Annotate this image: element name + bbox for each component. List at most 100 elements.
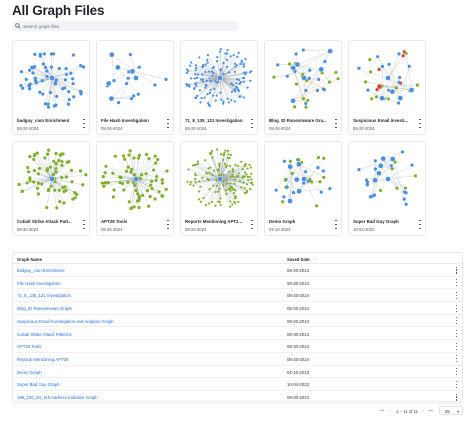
graph-preview-icon — [13, 142, 89, 216]
table-row[interactable]: 71_8_135_131 Investigation 08-20-2024 — [13, 289, 462, 303]
graph-name-link[interactable]: APT28 Tools — [17, 344, 41, 349]
more-options-icon[interactable] — [455, 368, 458, 376]
sort-arrow-icon[interactable]: ↓ — [314, 256, 316, 261]
more-options-icon[interactable] — [418, 119, 422, 128]
more-options-icon[interactable] — [250, 119, 254, 128]
graph-card[interactable]: File Hash Investigation 08-20-2024 — [96, 40, 174, 135]
graph-card[interactable]: 71_8_135_131 Investigation 08-20-2024 — [180, 40, 258, 135]
table-row[interactable]: Cobalt Strike Attack Patterns 08-30-2024 — [13, 328, 462, 341]
graph-name-link[interactable]: Super Bad Guy Graph — [17, 382, 60, 387]
more-options-icon[interactable] — [334, 220, 338, 229]
graph-thumbnail[interactable] — [97, 41, 173, 115]
card-date: 02-10-2023 — [269, 227, 291, 232]
card-title[interactable]: Cobalt Strike Attack Patt... — [17, 219, 79, 224]
page-title: All Graph Files — [12, 3, 105, 18]
graph-card[interactable]: Cobalt Strike Attack Patt... 08-30-2024 — [12, 141, 90, 236]
card-date: 10-04-2022 — [353, 227, 375, 232]
saved-date: 08-20-2024 — [287, 306, 309, 312]
graph-card[interactable]: Reports Mentioning APT2... 08-20-2024 — [180, 141, 258, 236]
search-input[interactable] — [23, 21, 223, 31]
card-title[interactable]: File Hash Investigation — [101, 118, 163, 123]
table-row[interactable]: 185_220_93_115 Address Indicator Graph 08… — [13, 391, 462, 404]
table-row[interactable]: badguy_com Enrichment 08-20-2024 — [13, 264, 462, 277]
graph-thumbnail[interactable] — [265, 142, 341, 216]
graph-name-link[interactable]: 185_220_93_115 Address Indicator Graph — [17, 395, 98, 400]
column-header-name[interactable]: Graph Name — [17, 257, 42, 262]
previous-page-icon[interactable]: ‹ — [387, 408, 393, 414]
graph-name-link[interactable]: Reports Mentioning APT29 — [17, 357, 68, 362]
more-options-icon[interactable] — [455, 317, 458, 325]
card-title[interactable]: APT28 Tools — [101, 219, 163, 224]
graph-name-link[interactable]: 71_8_135_131 Investigation — [17, 293, 71, 298]
pagination-range: 1 – 11 of 11 — [396, 409, 419, 414]
graph-name-link[interactable]: File Hash Investigation — [17, 281, 60, 286]
more-options-icon[interactable] — [82, 119, 86, 128]
saved-date: 08-20-2024 — [287, 395, 309, 400]
graph-thumbnail[interactable] — [13, 41, 89, 115]
card-title[interactable]: 71_8_135_131 Investigation — [185, 118, 247, 123]
card-title[interactable]: Super Bad Guy Graph — [353, 219, 415, 224]
more-options-icon[interactable] — [250, 220, 254, 229]
card-title[interactable]: Reports Mentioning APT2... — [185, 219, 247, 224]
card-date: 08-30-2024 — [17, 227, 39, 232]
card-title[interactable]: Blog_ID Ransomware Gra... — [269, 118, 331, 123]
table-row[interactable]: APT28 Tools 08-30-2024 — [13, 340, 462, 353]
more-options-icon[interactable] — [455, 304, 458, 312]
card-title[interactable]: Demo Graph — [269, 219, 331, 224]
graph-preview-icon — [13, 41, 89, 115]
graph-card[interactable]: Super Bad Guy Graph 10-04-2022 — [348, 141, 426, 236]
more-options-icon[interactable] — [455, 380, 458, 388]
next-page-icon[interactable]: › — [420, 408, 426, 414]
more-options-icon[interactable] — [166, 220, 170, 229]
more-options-icon[interactable] — [455, 393, 458, 401]
more-options-icon[interactable] — [418, 220, 422, 229]
table-row[interactable]: Suspicious Email Investigation and Analy… — [13, 315, 462, 328]
rows-per-page-select[interactable]: 25 ▾ — [439, 406, 463, 415]
graph-thumbnail[interactable] — [265, 41, 341, 115]
graph-card[interactable]: Blog_ID Ransomware Gra... 08-20-2024 — [264, 40, 342, 135]
more-options-icon[interactable] — [455, 342, 458, 350]
last-page-icon[interactable]: ⏭ — [428, 408, 434, 414]
graph-thumbnail[interactable] — [13, 142, 89, 216]
graph-name-link[interactable]: Demo Graph — [17, 370, 42, 375]
table-row[interactable]: Super Bad Guy Graph 10-04-2022 — [13, 378, 462, 391]
table-row[interactable]: Demo Graph 02-10-2023 — [13, 366, 462, 379]
card-title[interactable]: badguy_com Enrichment — [17, 118, 79, 123]
saved-date: 08-20-2024 — [287, 318, 309, 324]
graph-card[interactable]: Demo Graph 02-10-2023 — [264, 141, 342, 236]
more-options-icon[interactable] — [455, 266, 458, 274]
search-bar[interactable] — [12, 21, 238, 31]
graph-thumbnail[interactable] — [349, 142, 425, 216]
graph-name-link[interactable]: Suspicious Email Investigation and Analy… — [17, 319, 114, 324]
card-title[interactable]: Suspicious Email Investi... — [353, 118, 415, 123]
graph-card[interactable]: badguy_com Enrichment 08-20-2024 — [12, 40, 90, 135]
first-page-icon[interactable]: ⏮ — [379, 408, 385, 414]
more-options-icon[interactable] — [334, 119, 338, 128]
more-options-icon[interactable] — [455, 291, 458, 299]
table-row[interactable]: File Hash Investigation 08-20-2024 — [13, 277, 462, 290]
graph-name-link[interactable]: Blog_ID Ransomware Graph — [17, 306, 72, 311]
graph-thumbnail[interactable] — [181, 142, 257, 216]
graph-preview-icon — [265, 41, 341, 115]
graph-name-link[interactable]: badguy_com Enrichment — [17, 268, 65, 273]
table-row[interactable]: Blog_ID Ransomware Graph 08-20-2024 — [13, 302, 462, 315]
graph-files-table: Graph Name Saved Date ↓ badguy_com Enric… — [12, 252, 463, 404]
saved-date: 08-30-2024 — [287, 331, 309, 337]
more-options-icon[interactable] — [82, 220, 86, 229]
graph-thumbnail[interactable] — [181, 41, 257, 115]
more-options-icon[interactable] — [455, 279, 458, 287]
card-date: 08-30-2024 — [101, 227, 123, 232]
table-row[interactable]: Reports Mentioning APT29 08-20-2024 — [13, 353, 462, 366]
column-header-saved-date[interactable]: Saved Date — [287, 257, 310, 262]
graph-name-link[interactable]: Cobalt Strike Attack Patterns — [17, 332, 72, 337]
graph-thumbnail[interactable] — [97, 142, 173, 216]
graph-thumbnail[interactable] — [349, 41, 425, 115]
more-options-icon[interactable] — [455, 355, 458, 363]
card-date: 08-20-2024 — [17, 126, 39, 131]
graph-card[interactable]: APT28 Tools 08-30-2024 — [96, 141, 174, 236]
graph-card[interactable]: Suspicious Email Investi... 08-20-2024 — [348, 40, 426, 135]
card-date: 08-20-2024 — [101, 126, 123, 131]
graph-preview-icon — [181, 41, 257, 115]
more-options-icon[interactable] — [455, 330, 458, 337]
more-options-icon[interactable] — [166, 119, 170, 128]
